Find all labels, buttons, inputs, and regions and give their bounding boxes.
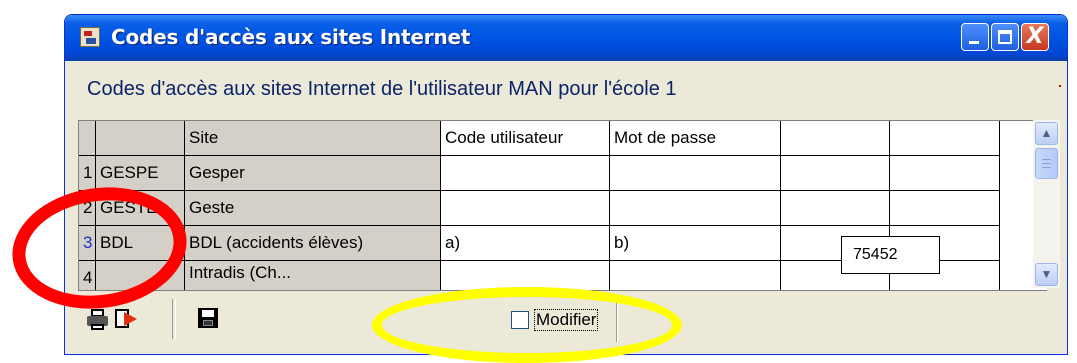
maximize-button[interactable] xyxy=(991,23,1019,51)
header-col-6[interactable] xyxy=(781,121,890,156)
toolbar-separator xyxy=(172,299,176,339)
header-code xyxy=(96,121,185,156)
row-user-code[interactable] xyxy=(441,261,610,290)
minimize-icon xyxy=(969,41,979,44)
row-col-6[interactable] xyxy=(781,191,890,226)
header-user-code[interactable]: Code utilisateur xyxy=(441,121,610,156)
heading-marker xyxy=(1059,85,1061,87)
close-icon: X xyxy=(1026,24,1044,49)
page-heading: Codes d'accès aux sites Internet de l'ut… xyxy=(87,78,677,100)
row-code[interactable]: GESPE xyxy=(96,156,185,191)
row-password[interactable] xyxy=(610,261,781,290)
row-password[interactable] xyxy=(610,156,781,191)
scroll-up-button[interactable]: ▲ xyxy=(1035,122,1058,145)
selected-cell-editor[interactable]: 75452 xyxy=(841,236,940,274)
row-password[interactable] xyxy=(610,191,781,226)
minimize-button[interactable] xyxy=(961,23,989,51)
row-user-code[interactable] xyxy=(441,156,610,191)
row-site[interactable]: Geste xyxy=(185,191,441,226)
vertical-scrollbar[interactable]: ▲ ▼ xyxy=(1033,120,1060,288)
row-site[interactable]: Intradis (Ch... xyxy=(185,261,441,290)
row-col-7[interactable] xyxy=(890,156,1000,191)
yellow-annotation-ellipse xyxy=(372,287,682,363)
scroll-down-button[interactable]: ▼ xyxy=(1035,263,1058,286)
header-site[interactable]: Site xyxy=(185,121,441,156)
maximize-icon xyxy=(998,30,1012,44)
row-number[interactable]: 1 xyxy=(79,156,96,191)
header-password[interactable]: Mot de passe xyxy=(610,121,781,156)
window-title: Codes d'accès aux sites Internet xyxy=(111,25,471,49)
row-site[interactable]: BDL (accidents élèves) xyxy=(185,226,441,261)
row-col-7[interactable] xyxy=(890,191,1000,226)
header-col-7[interactable] xyxy=(890,121,1000,156)
printer-icon[interactable] xyxy=(86,308,110,330)
row-site[interactable]: Gesper xyxy=(185,156,441,191)
row-user-code[interactable]: a) xyxy=(441,226,610,261)
row-col-6[interactable] xyxy=(781,156,890,191)
export-icon[interactable] xyxy=(115,308,139,330)
title-bar[interactable]: Codes d'accès aux sites Internet X xyxy=(65,15,1067,61)
row-password[interactable]: b) xyxy=(610,226,781,261)
row-user-code[interactable] xyxy=(441,191,610,226)
close-button[interactable]: X xyxy=(1021,23,1049,51)
floppy-disk-icon[interactable] xyxy=(198,308,218,328)
scrollbar-thumb[interactable] xyxy=(1035,148,1058,179)
header-corner xyxy=(79,121,96,156)
app-icon[interactable] xyxy=(80,27,100,47)
